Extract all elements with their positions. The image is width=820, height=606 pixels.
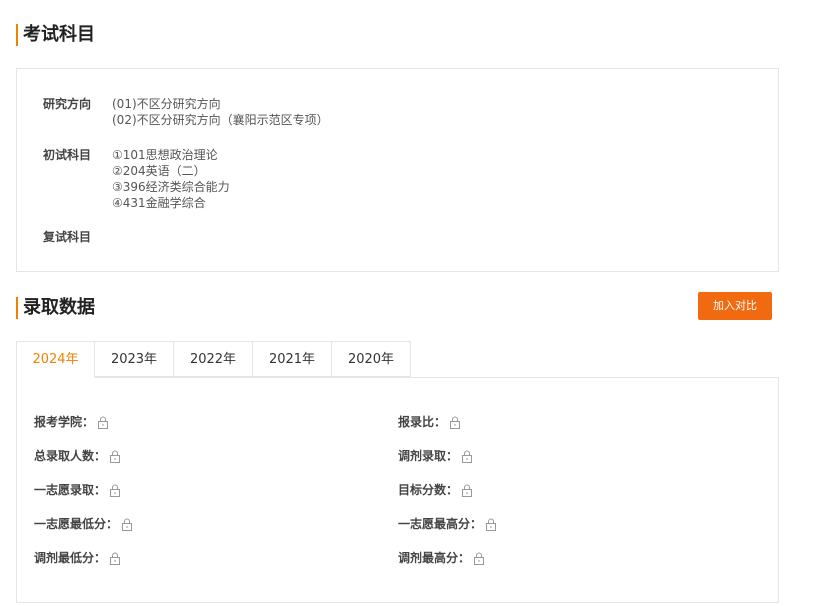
ratio-label: 报录比： (398, 415, 447, 429)
add-to-compare-button[interactable]: 加入对比 (698, 292, 772, 320)
lock-icon[interactable] (449, 415, 461, 429)
transfer-max-field: 调剂最高分： (398, 550, 485, 566)
lock-icon[interactable] (109, 449, 121, 463)
initial-subject-item: ③396经济类综合能力 (112, 180, 230, 194)
research-direction-label: 研究方向 (43, 97, 92, 111)
tab-2022[interactable]: 2022年 (174, 341, 253, 377)
tab-2021[interactable]: 2021年 (253, 341, 332, 377)
admission-section-title: 录取数据 (16, 297, 95, 319)
lock-icon[interactable] (461, 483, 473, 497)
tab-2020[interactable]: 2020年 (332, 341, 411, 377)
total-admitted-label: 总录取人数： (34, 449, 107, 463)
initial-subjects-values: ①101思想政治理论 ②204英语（二） ③396经济类综合能力 ④431金融学… (112, 147, 712, 211)
college-field: 报考学院： (34, 414, 109, 430)
research-direction-item: (02)不区分研究方向（襄阳示范区专项） (112, 113, 329, 127)
lock-icon[interactable] (109, 551, 121, 565)
total-admitted-field: 总录取人数： (34, 448, 121, 464)
lock-icon[interactable] (473, 551, 485, 565)
first-choice-admitted-field: 一志愿录取： (34, 482, 121, 498)
initial-subject-item: ②204英语（二） (112, 164, 206, 178)
initial-subjects-label: 初试科目 (43, 148, 92, 162)
research-direction-item: (01)不区分研究方向 (112, 97, 221, 111)
first-choice-min-field: 一志愿最低分： (34, 516, 133, 532)
transfer-admitted-label: 调剂录取： (398, 449, 459, 463)
lock-icon[interactable] (109, 483, 121, 497)
research-direction-values: (01)不区分研究方向 (02)不区分研究方向（襄阳示范区专项） (112, 96, 712, 128)
lock-icon[interactable] (97, 415, 109, 429)
first-choice-admitted-label: 一志愿录取： (34, 483, 107, 497)
target-score-label: 目标分数： (398, 483, 459, 497)
ratio-field: 报录比： (398, 414, 461, 430)
tab-2024[interactable]: 2024年 (16, 341, 95, 378)
first-choice-max-field: 一志愿最高分： (398, 516, 497, 532)
transfer-min-label: 调剂最低分： (34, 551, 107, 565)
initial-subject-item: ①101思想政治理论 (112, 148, 218, 162)
year-tabs: 2024年 2023年 2022年 2021年 2020年 (16, 341, 411, 378)
lock-icon[interactable] (121, 517, 133, 531)
initial-subject-item: ④431金融学综合 (112, 196, 206, 210)
first-choice-min-label: 一志愿最低分： (34, 517, 119, 531)
lock-icon[interactable] (461, 449, 473, 463)
transfer-min-field: 调剂最低分： (34, 550, 121, 566)
subjects-card: 研究方向 (01)不区分研究方向 (02)不区分研究方向（襄阳示范区专项） 初试… (16, 68, 779, 272)
subjects-section-title: 考试科目 (16, 24, 95, 46)
target-score-field: 目标分数： (398, 482, 473, 498)
transfer-admitted-field: 调剂录取： (398, 448, 473, 464)
college-label: 报考学院： (34, 415, 95, 429)
first-choice-max-label: 一志愿最高分： (398, 517, 483, 531)
tab-2023[interactable]: 2023年 (95, 341, 174, 377)
retest-subjects-label: 复试科目 (43, 230, 92, 244)
transfer-max-label: 调剂最高分： (398, 551, 471, 565)
lock-icon[interactable] (485, 517, 497, 531)
